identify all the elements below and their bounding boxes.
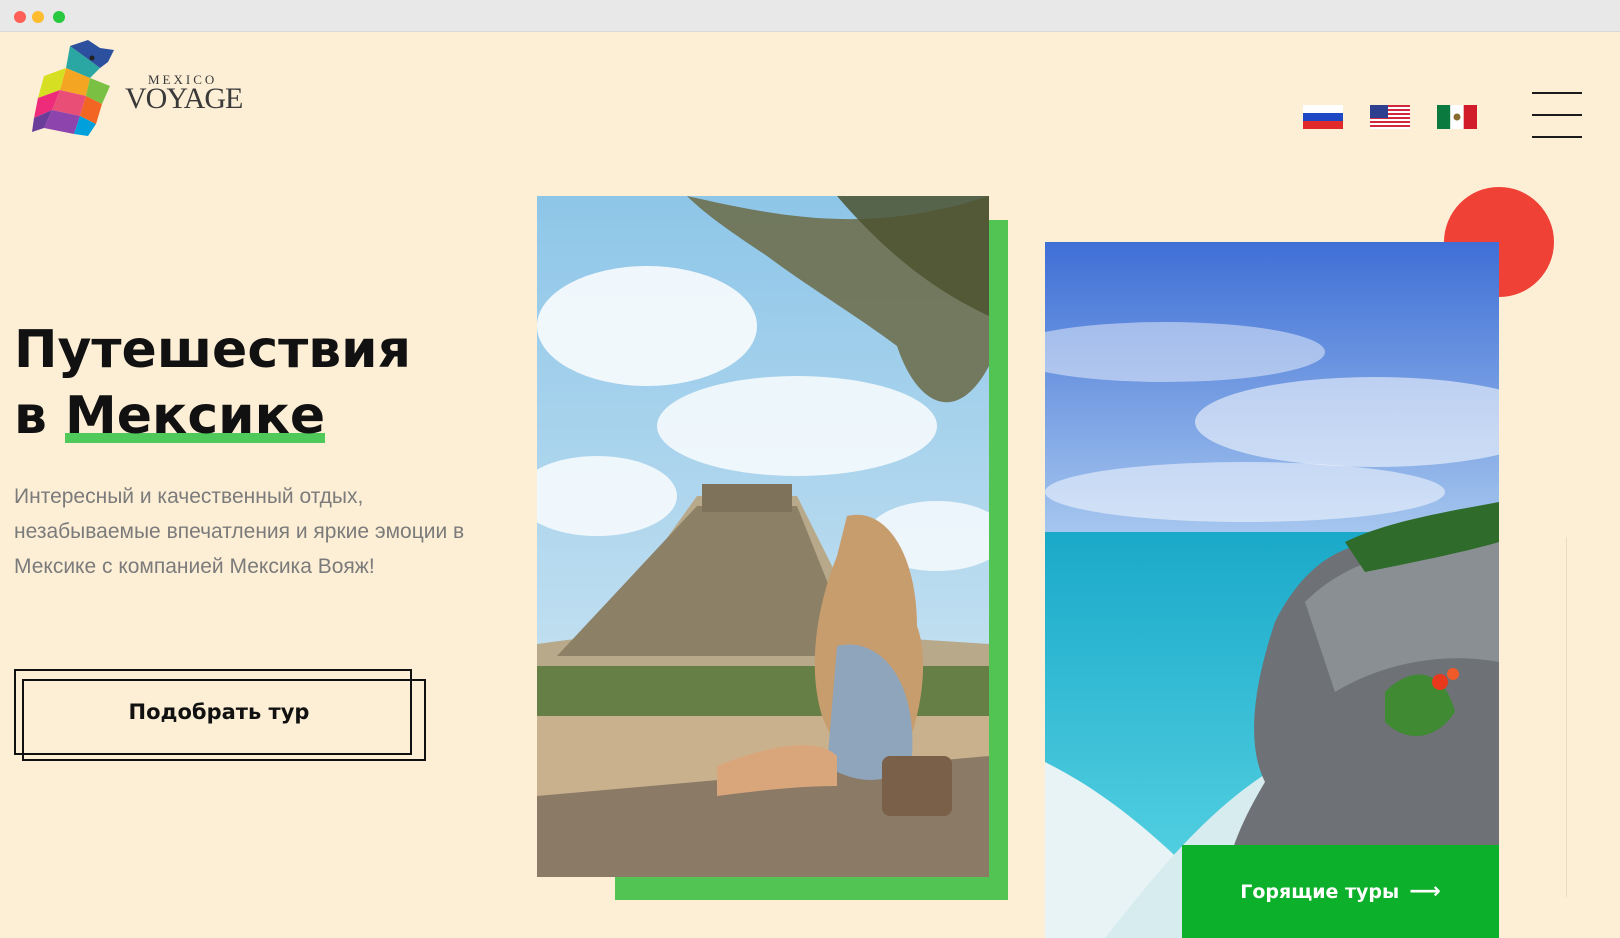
usa-flag-icon[interactable] — [1370, 105, 1410, 129]
hamburger-line — [1532, 92, 1582, 94]
logo-wordmark: VOYAGE — [125, 82, 243, 115]
window-titlebar — [0, 0, 1620, 32]
mexico-flag-icon[interactable] — [1437, 105, 1477, 129]
arrow-right-icon: ⟶ — [1409, 879, 1441, 904]
maximize-window-button[interactable] — [53, 11, 65, 23]
hero-title-line2: в Мексике — [14, 383, 494, 449]
minimize-window-button[interactable] — [32, 11, 44, 23]
beach-illustration — [1045, 242, 1499, 938]
hamburger-line — [1532, 114, 1582, 116]
hamburger-menu-icon[interactable] — [1532, 92, 1582, 138]
close-window-button[interactable] — [14, 11, 26, 23]
hero-description: Интересный и качественный отдых, незабыв… — [14, 485, 465, 578]
russia-flag-icon[interactable] — [1303, 105, 1343, 129]
landing-page: MEXICO VOYAGE Путешествия в Мексике Инте… — [0, 32, 1620, 938]
hero-title-prefix: в — [14, 386, 47, 446]
hero-title-line1: Путешествия — [14, 320, 412, 380]
choose-tour-button[interactable]: Подобрать тур — [14, 669, 426, 761]
hero-title-highlight: Мексике — [65, 383, 326, 449]
wolf-logo-icon — [32, 40, 114, 136]
site-logo[interactable]: MEXICO VOYAGE — [30, 38, 250, 138]
hero-title: Путешествия в Мексике — [14, 317, 494, 449]
hero-title-highlight-text: Мексике — [65, 386, 326, 446]
pyramid-photo — [537, 196, 989, 877]
hot-tours-button[interactable]: Горящие туры ⟶ — [1182, 845, 1499, 938]
pyramid-illustration — [537, 196, 989, 877]
divider-line — [1566, 537, 1567, 897]
beach-photo — [1045, 242, 1499, 938]
choose-tour-label: Подобрать тур — [128, 700, 310, 724]
hamburger-line — [1532, 136, 1582, 138]
hot-tours-label: Горящие туры — [1240, 880, 1400, 903]
